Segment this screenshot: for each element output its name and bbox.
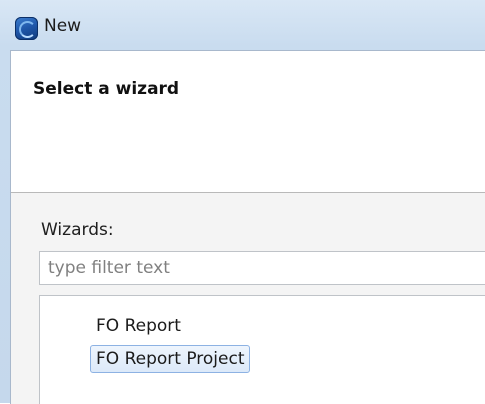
app-icon <box>15 17 38 40</box>
filter-input[interactable] <box>39 251 485 285</box>
tree-item-fo-report-project[interactable]: FO Report Project <box>90 345 251 373</box>
wizard-banner: Select a wizard <box>11 51 485 193</box>
wizard-tree[interactable]: FO Report FO Report Project <box>39 295 485 404</box>
window-title: New <box>44 16 82 36</box>
title-bar[interactable]: New <box>0 0 485 46</box>
banner-title: Select a wizard <box>33 79 180 99</box>
tree-item-fo-report[interactable]: FO Report <box>90 312 187 340</box>
wizards-label: Wizards: <box>41 220 114 240</box>
dialog-window: New Select a wizard Wizards: FO Report F… <box>0 0 485 404</box>
wizard-content: Select a wizard Wizards: FO Report FO Re… <box>10 50 485 404</box>
